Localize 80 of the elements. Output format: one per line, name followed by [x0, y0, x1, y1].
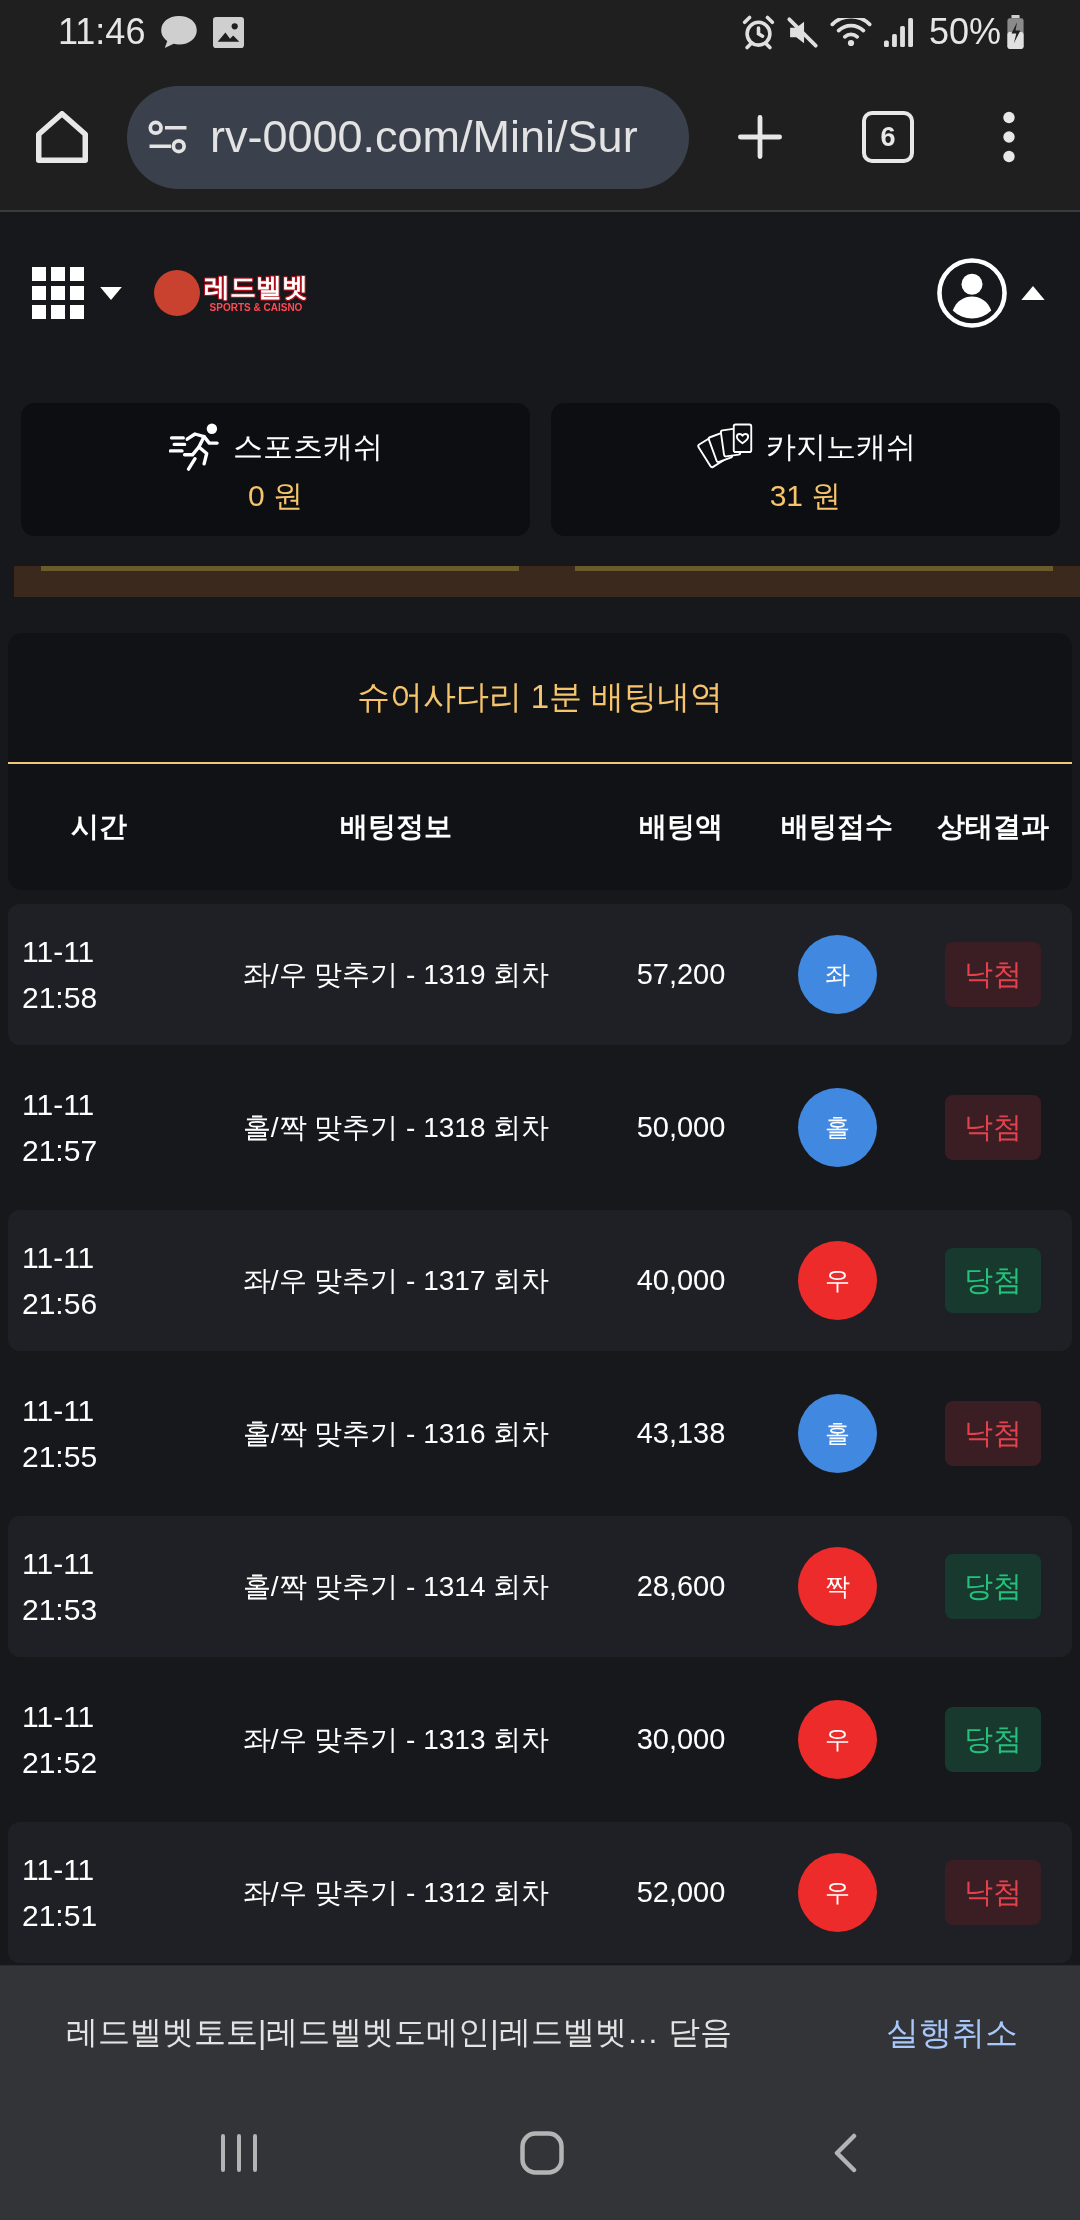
result-badge: 당첨	[945, 1707, 1041, 1772]
bet-info: 좌/우 맞추기 - 1312 회차	[242, 1875, 550, 1910]
bet-time: 21:51	[22, 1897, 98, 1934]
signal-icon	[883, 17, 913, 47]
bet-amount: 50,000	[636, 1111, 726, 1144]
bet-info: 홀/짝 맞추기 - 1314 회차	[242, 1569, 550, 1604]
battery-percent: 50%	[928, 11, 1001, 53]
runner-icon	[168, 422, 221, 472]
pick-badge: 우	[797, 1853, 877, 1932]
bet-info: 좌/우 맞추기 - 1313 회차	[242, 1722, 550, 1757]
caret-icon[interactable]	[100, 286, 122, 300]
pick-badge: 우	[797, 1700, 877, 1779]
recents-icon[interactable]	[218, 2133, 259, 2173]
wallet-label: 카지노캐쉬	[765, 428, 916, 465]
wallet-label: 스포츠캐쉬	[232, 428, 383, 465]
bet-amount: 28,600	[636, 1570, 726, 1603]
image-icon	[213, 16, 245, 48]
wallet-amount: 0 원	[248, 478, 303, 514]
bet-date: 11-11	[22, 1851, 95, 1888]
bet-info: 좌/우 맞추기 - 1319 회차	[242, 957, 550, 992]
column-header: 배팅접수	[781, 810, 893, 844]
bet-date: 11-11	[22, 1392, 95, 1429]
bet-date: 11-11	[22, 933, 95, 970]
bet-time: 21:57	[22, 1132, 98, 1169]
more-icon[interactable]	[1002, 111, 1016, 163]
result-badge: 낙첨	[945, 1095, 1041, 1160]
battery-icon	[1007, 15, 1024, 49]
home-nav-icon[interactable]	[519, 2131, 564, 2175]
bet-time: 21:58	[22, 979, 98, 1016]
column-header: 배팅정보	[340, 810, 452, 844]
column-header: 시간	[71, 810, 127, 844]
result-badge: 당첨	[945, 1554, 1041, 1619]
sliders-icon[interactable]	[148, 120, 188, 154]
result-badge: 낙첨	[945, 1860, 1041, 1925]
panel-title: 슈어사다리 1분 배팅내역	[356, 677, 724, 717]
pick-badge: 우	[797, 1241, 877, 1320]
snackbar-message: 레드벨벳토토|레드벨벳도메인|레드벨벳… 닫음	[66, 2013, 733, 2052]
status-time: 11:46	[58, 11, 146, 53]
photo-placeholder	[154, 270, 200, 316]
bet-amount: 43,138	[636, 1417, 726, 1450]
column-header: 상태결과	[937, 810, 1049, 844]
column-header: 배팅액	[639, 810, 723, 844]
result-badge: 낙첨	[945, 1401, 1041, 1466]
bet-info: 좌/우 맞추기 - 1317 회차	[242, 1263, 550, 1298]
pick-badge: 좌	[797, 935, 877, 1014]
undo-button[interactable]: 실행취소	[886, 2010, 1018, 2056]
pick-badge: 짝	[797, 1547, 877, 1626]
user-icon[interactable]	[937, 258, 1007, 328]
logo-title: 레드벨벳	[204, 272, 308, 302]
wifi-icon	[829, 17, 872, 47]
result-badge: 낙첨	[945, 942, 1041, 1007]
alarm-icon	[741, 14, 775, 50]
address-bar[interactable]: rv-0000.com/Mini/Sur	[127, 85, 689, 189]
back-icon[interactable]	[832, 2133, 857, 2173]
bet-date: 11-11	[22, 1086, 95, 1123]
bet-date: 11-11	[22, 1698, 95, 1735]
bet-amount: 52,000	[636, 1876, 726, 1909]
pick-badge: 홀	[797, 1394, 877, 1473]
bet-amount: 40,000	[636, 1264, 726, 1297]
bet-time: 21:53	[22, 1591, 98, 1628]
bet-date: 11-11	[22, 1545, 95, 1582]
wallet-amount: 31 원	[769, 478, 842, 514]
pick-badge: 홀	[797, 1088, 877, 1167]
chat-bubble-icon	[161, 16, 198, 48]
bet-info: 홀/짝 맞추기 - 1318 회차	[242, 1110, 550, 1145]
tab-switcher-button[interactable]: 6	[862, 111, 914, 163]
logo-subtitle: SPORTS & CAISNO	[209, 302, 303, 314]
bet-time: 21:55	[22, 1438, 98, 1475]
bet-info: 홀/짝 맞추기 - 1316 회차	[242, 1416, 550, 1451]
bet-date: 11-11	[22, 1239, 95, 1276]
bet-time: 21:56	[22, 1285, 98, 1322]
home-icon[interactable]	[36, 111, 88, 163]
bet-amount: 57,200	[636, 958, 726, 991]
bet-amount: 30,000	[636, 1723, 726, 1756]
caret-icon[interactable]	[1021, 286, 1045, 300]
bet-time: 21:52	[22, 1744, 98, 1781]
plus-icon[interactable]	[738, 115, 782, 159]
result-badge: 당첨	[945, 1248, 1041, 1313]
mute-icon	[786, 16, 818, 48]
grid-menu-icon[interactable]	[31, 267, 85, 319]
